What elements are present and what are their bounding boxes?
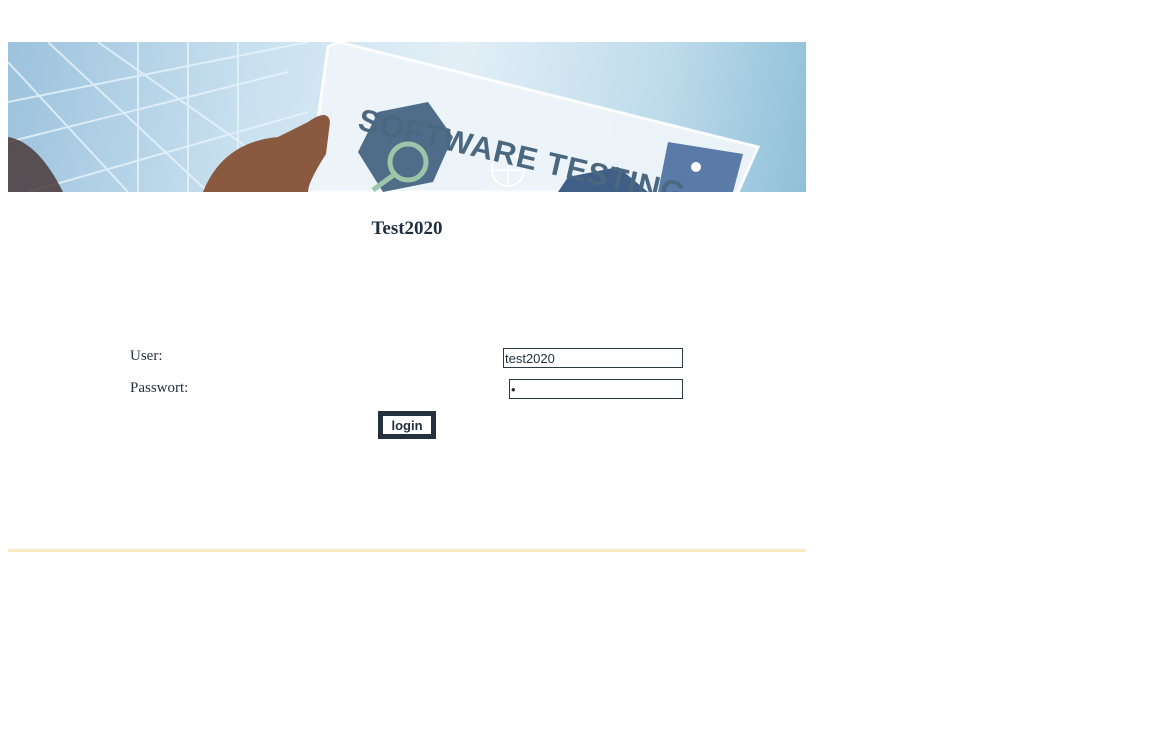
- password-label: Passwort:: [130, 380, 189, 396]
- user-input[interactable]: [503, 348, 683, 368]
- footer-divider: [8, 549, 806, 552]
- user-label: User:: [130, 348, 163, 364]
- login-button[interactable]: login: [378, 411, 436, 439]
- page-title: Test2020: [371, 218, 443, 239]
- banner-image: SOFTWARE TESTING: [8, 42, 806, 192]
- password-input[interactable]: [509, 379, 683, 399]
